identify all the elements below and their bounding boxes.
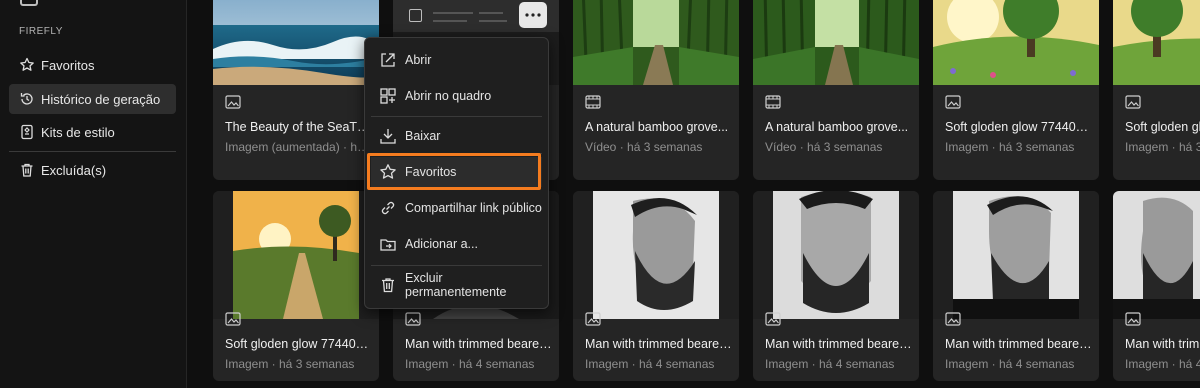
- thumbnail-sunset-path[interactable]: [213, 191, 379, 319]
- card-context-menu: Abrir Abrir no quadro Baixar Favoritos C…: [364, 37, 549, 309]
- asset-card[interactable]: The Beauty of the SeaThe... Imagem (aume…: [213, 0, 379, 180]
- card-title: A natural bamboo grove...: [585, 120, 729, 134]
- card-meta: Imagem · há 4 se: [1125, 357, 1200, 371]
- card-title: Soft gloden glow 7: [1125, 120, 1200, 134]
- image-type-icon: [945, 312, 961, 326]
- trash-icon: [19, 162, 35, 178]
- thumbnail-bearded-man[interactable]: [573, 191, 739, 319]
- card-title: The Beauty of the SeaThe...: [225, 120, 373, 134]
- image-type-icon: [225, 95, 241, 109]
- menu-item-abrir[interactable]: Abrir: [371, 45, 542, 75]
- menu-item-label: Baixar: [405, 129, 441, 143]
- menu-item-excluir-permanentemente[interactable]: Excluir permanentemente: [371, 270, 542, 300]
- menu-item-adicionar-a[interactable]: Adicionar a...: [371, 229, 542, 259]
- add-to-folder-icon: [379, 235, 397, 253]
- link-icon: [379, 199, 397, 217]
- sidebar-divider: [9, 151, 176, 152]
- asset-card[interactable]: Man with trim Imagem · há 4 se: [1113, 191, 1200, 381]
- select-checkbox[interactable]: [409, 9, 422, 22]
- menu-divider: [371, 153, 542, 154]
- trash-icon: [379, 276, 397, 294]
- board-icon: [379, 87, 397, 105]
- image-type-icon: [585, 312, 601, 326]
- card-title: Man with trimmed beared...: [585, 337, 733, 351]
- card-title: Man with trimmed beared...: [945, 337, 1093, 351]
- image-type-icon: [945, 95, 961, 109]
- image-type-icon: [405, 312, 421, 326]
- card-meta: Imagem · há 3 semanas: [945, 140, 1075, 154]
- asset-card[interactable]: Soft gloden glow 7744042... Imagem · há …: [213, 191, 379, 381]
- star-icon: [19, 57, 35, 73]
- thumbnail-bamboo[interactable]: [573, 0, 739, 85]
- image-type-icon: [225, 312, 241, 326]
- card-title: Man with trimmed beared...: [765, 337, 913, 351]
- image-type-icon: [765, 312, 781, 326]
- thumbnail-meadow-tree[interactable]: [1113, 0, 1200, 85]
- sidebar-item-kits-de-estilo[interactable]: Kits de estilo: [9, 117, 176, 147]
- thumbnail-sea[interactable]: [213, 0, 379, 85]
- menu-item-label: Abrir no quadro: [405, 89, 492, 103]
- video-type-icon: [765, 95, 781, 109]
- thumbnail-bearded-man[interactable]: [1113, 191, 1200, 319]
- card-title: Man with trimmed beared...: [405, 337, 553, 351]
- partial-icon: [20, 0, 38, 6]
- menu-divider: [371, 265, 542, 266]
- asset-card[interactable]: Man with trimmed beared... Imagem · há 4…: [753, 191, 919, 381]
- asset-card[interactable]: A natural bamboo grove... Vídeo · há 3 s…: [753, 0, 919, 180]
- generation-history-grid: The Beauty of the SeaThe... Imagem (aume…: [197, 0, 1200, 388]
- sidebar: FIREFLY Favoritos Histórico de geração K…: [0, 0, 187, 388]
- card-title: Man with trim: [1125, 337, 1200, 351]
- more-options-button[interactable]: [519, 2, 547, 28]
- card-meta: Imagem · há 4 semanas: [405, 357, 535, 371]
- sidebar-item-label: Histórico de geração: [41, 91, 161, 107]
- menu-item-label: Abrir: [405, 53, 432, 67]
- sidebar-item-excluidas[interactable]: Excluída(s): [9, 155, 176, 185]
- menu-item-baixar[interactable]: Baixar: [371, 121, 542, 151]
- menu-item-label: Compartilhar link público: [405, 201, 542, 215]
- sidebar-item-label: Favoritos: [41, 57, 95, 73]
- asset-card[interactable]: A natural bamboo grove... Vídeo · há 3 s…: [573, 0, 739, 180]
- style-kit-icon: [19, 124, 35, 140]
- menu-item-label: Excluir permanentemente: [405, 271, 507, 299]
- sidebar-item-label: Excluída(s): [41, 162, 107, 178]
- card-meta: Imagem · há 3 semanas: [225, 357, 355, 371]
- sidebar-item-historico[interactable]: Histórico de geração: [9, 84, 176, 114]
- sidebar-section-label: FIREFLY: [19, 26, 63, 37]
- asset-card[interactable]: Soft gloden glow 7744042... Imagem · há …: [933, 0, 1099, 180]
- history-icon: [19, 91, 35, 107]
- download-icon: [379, 127, 397, 145]
- card-meta: Imagem · há 4 semanas: [765, 357, 895, 371]
- menu-divider: [371, 116, 542, 117]
- image-type-icon: [1125, 95, 1141, 109]
- card-meta: Imagem · há 4 semanas: [945, 357, 1075, 371]
- card-title: A natural bamboo grove...: [765, 120, 909, 134]
- asset-card[interactable]: Man with trimmed beared... Imagem · há 4…: [933, 191, 1099, 381]
- card-meta: Imagem (aumentada) · há 3 s: [225, 140, 375, 154]
- card-meta: Vídeo · há 3 semanas: [585, 140, 703, 154]
- menu-item-favoritos[interactable]: Favoritos: [371, 157, 542, 187]
- card-meta: Imagem · há 4 semanas: [585, 357, 715, 371]
- image-type-icon: [1125, 312, 1141, 326]
- asset-card[interactable]: Soft gloden glow 7 Imagem · há 3 sem: [1113, 0, 1200, 180]
- sidebar-item-label: Kits de estilo: [41, 124, 115, 140]
- ellipsis-icon: [525, 13, 541, 17]
- menu-item-compartilhar-link[interactable]: Compartilhar link público: [371, 193, 542, 223]
- asset-card[interactable]: Man with trimmed beared... Imagem · há 4…: [573, 191, 739, 381]
- menu-item-abrir-no-quadro[interactable]: Abrir no quadro: [371, 81, 542, 111]
- card-meta: Vídeo · há 3 semanas: [765, 140, 883, 154]
- thumbnail-bearded-man[interactable]: [753, 191, 919, 319]
- thumbnail-meadow-tree[interactable]: [933, 0, 1099, 85]
- open-external-icon: [379, 51, 397, 69]
- card-title: Soft gloden glow 7744042...: [225, 337, 373, 351]
- sidebar-item-favoritos[interactable]: Favoritos: [9, 50, 176, 80]
- menu-item-label: Adicionar a...: [405, 237, 478, 251]
- video-type-icon: [585, 95, 601, 109]
- card-meta: Imagem · há 3 sem: [1125, 140, 1200, 154]
- card-title: Soft gloden glow 7744042...: [945, 120, 1093, 134]
- menu-item-label: Favoritos: [405, 165, 457, 179]
- star-icon: [379, 163, 397, 181]
- thumbnail-bearded-man[interactable]: [933, 191, 1099, 319]
- thumbnail-bamboo[interactable]: [753, 0, 919, 85]
